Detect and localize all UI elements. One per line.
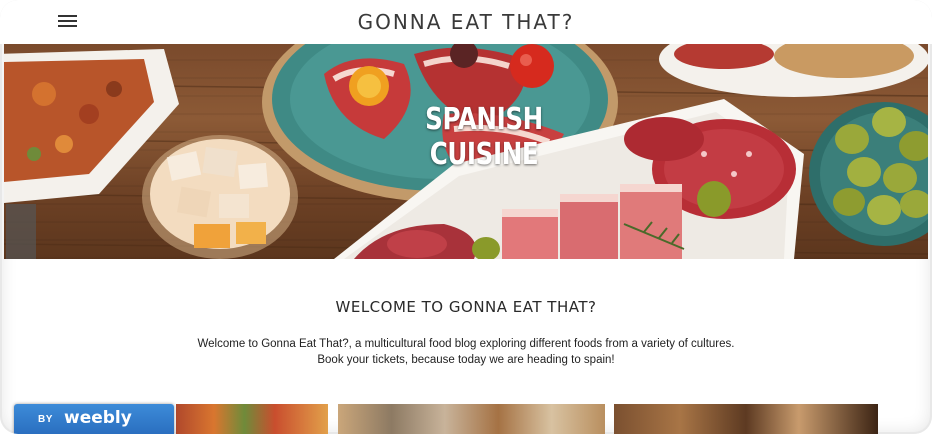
weebly-badge[interactable]: BY weebly — [14, 404, 174, 434]
site-header: GONNA EAT THAT? — [0, 0, 932, 44]
hero-banner: SPANISH CUISINE — [4, 44, 928, 259]
welcome-line-1: Welcome to Gonna Eat That?, a multicultu… — [197, 338, 735, 350]
top-right-plate — [659, 44, 928, 97]
browser-page: GONNA EAT THAT? SPANISH CUISINE WELCOME … — [0, 0, 932, 434]
weebly-by-label: BY — [38, 414, 53, 425]
olive-bowl — [809, 102, 928, 246]
gallery-image-churros[interactable] — [614, 404, 878, 434]
site-title[interactable]: GONNA EAT THAT? — [0, 10, 932, 34]
welcome-heading: WELCOME TO GONNA EAT THAT? — [335, 298, 597, 316]
welcome-line-2: Book your tickets, because today we are … — [317, 354, 615, 366]
welcome-paragraph: Welcome to Gonna Eat That?, a multicultu… — [0, 336, 932, 368]
potato-bowl — [142, 135, 298, 259]
gallery-image-seafood[interactable] — [338, 404, 605, 434]
hero-heading: SPANISH CUISINE — [425, 102, 543, 172]
weebly-logo-text: weebly — [64, 408, 132, 428]
gallery-image-paella[interactable] — [176, 404, 328, 434]
